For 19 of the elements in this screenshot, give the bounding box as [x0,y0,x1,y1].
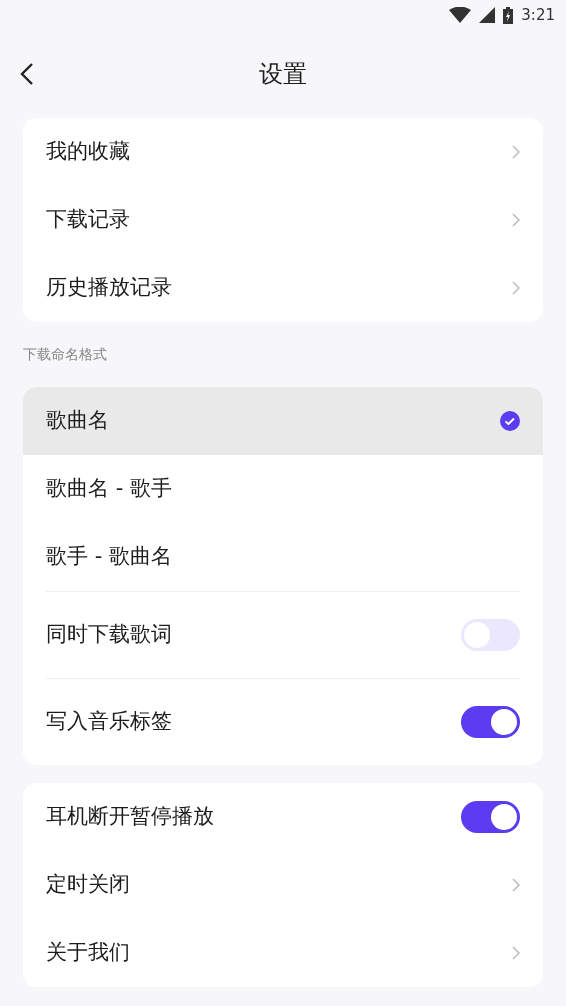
battery-icon [503,6,514,24]
chevron-icon [512,946,520,960]
signal-icon [479,7,496,23]
setting-label: 同时下载歌词 [46,621,172,649]
setting-label: 耳机断开暂停播放 [46,803,214,831]
back-icon [20,62,34,86]
setting-label: 写入音乐标签 [46,708,172,736]
chevron-icon [512,213,520,227]
wifi-icon [449,7,472,23]
toggle-switch[interactable] [461,801,520,833]
toggle-switch[interactable] [461,706,520,738]
status-time: 3:21 [521,4,555,26]
section-label: 下载命名格式 [22,345,108,364]
chevron-icon [512,281,520,295]
check-icon [500,411,520,431]
page-title: 设置 [259,59,307,90]
naming-option[interactable]: 歌曲名 [23,387,543,455]
chevron-icon [512,145,520,159]
chevron-icon [512,878,520,892]
